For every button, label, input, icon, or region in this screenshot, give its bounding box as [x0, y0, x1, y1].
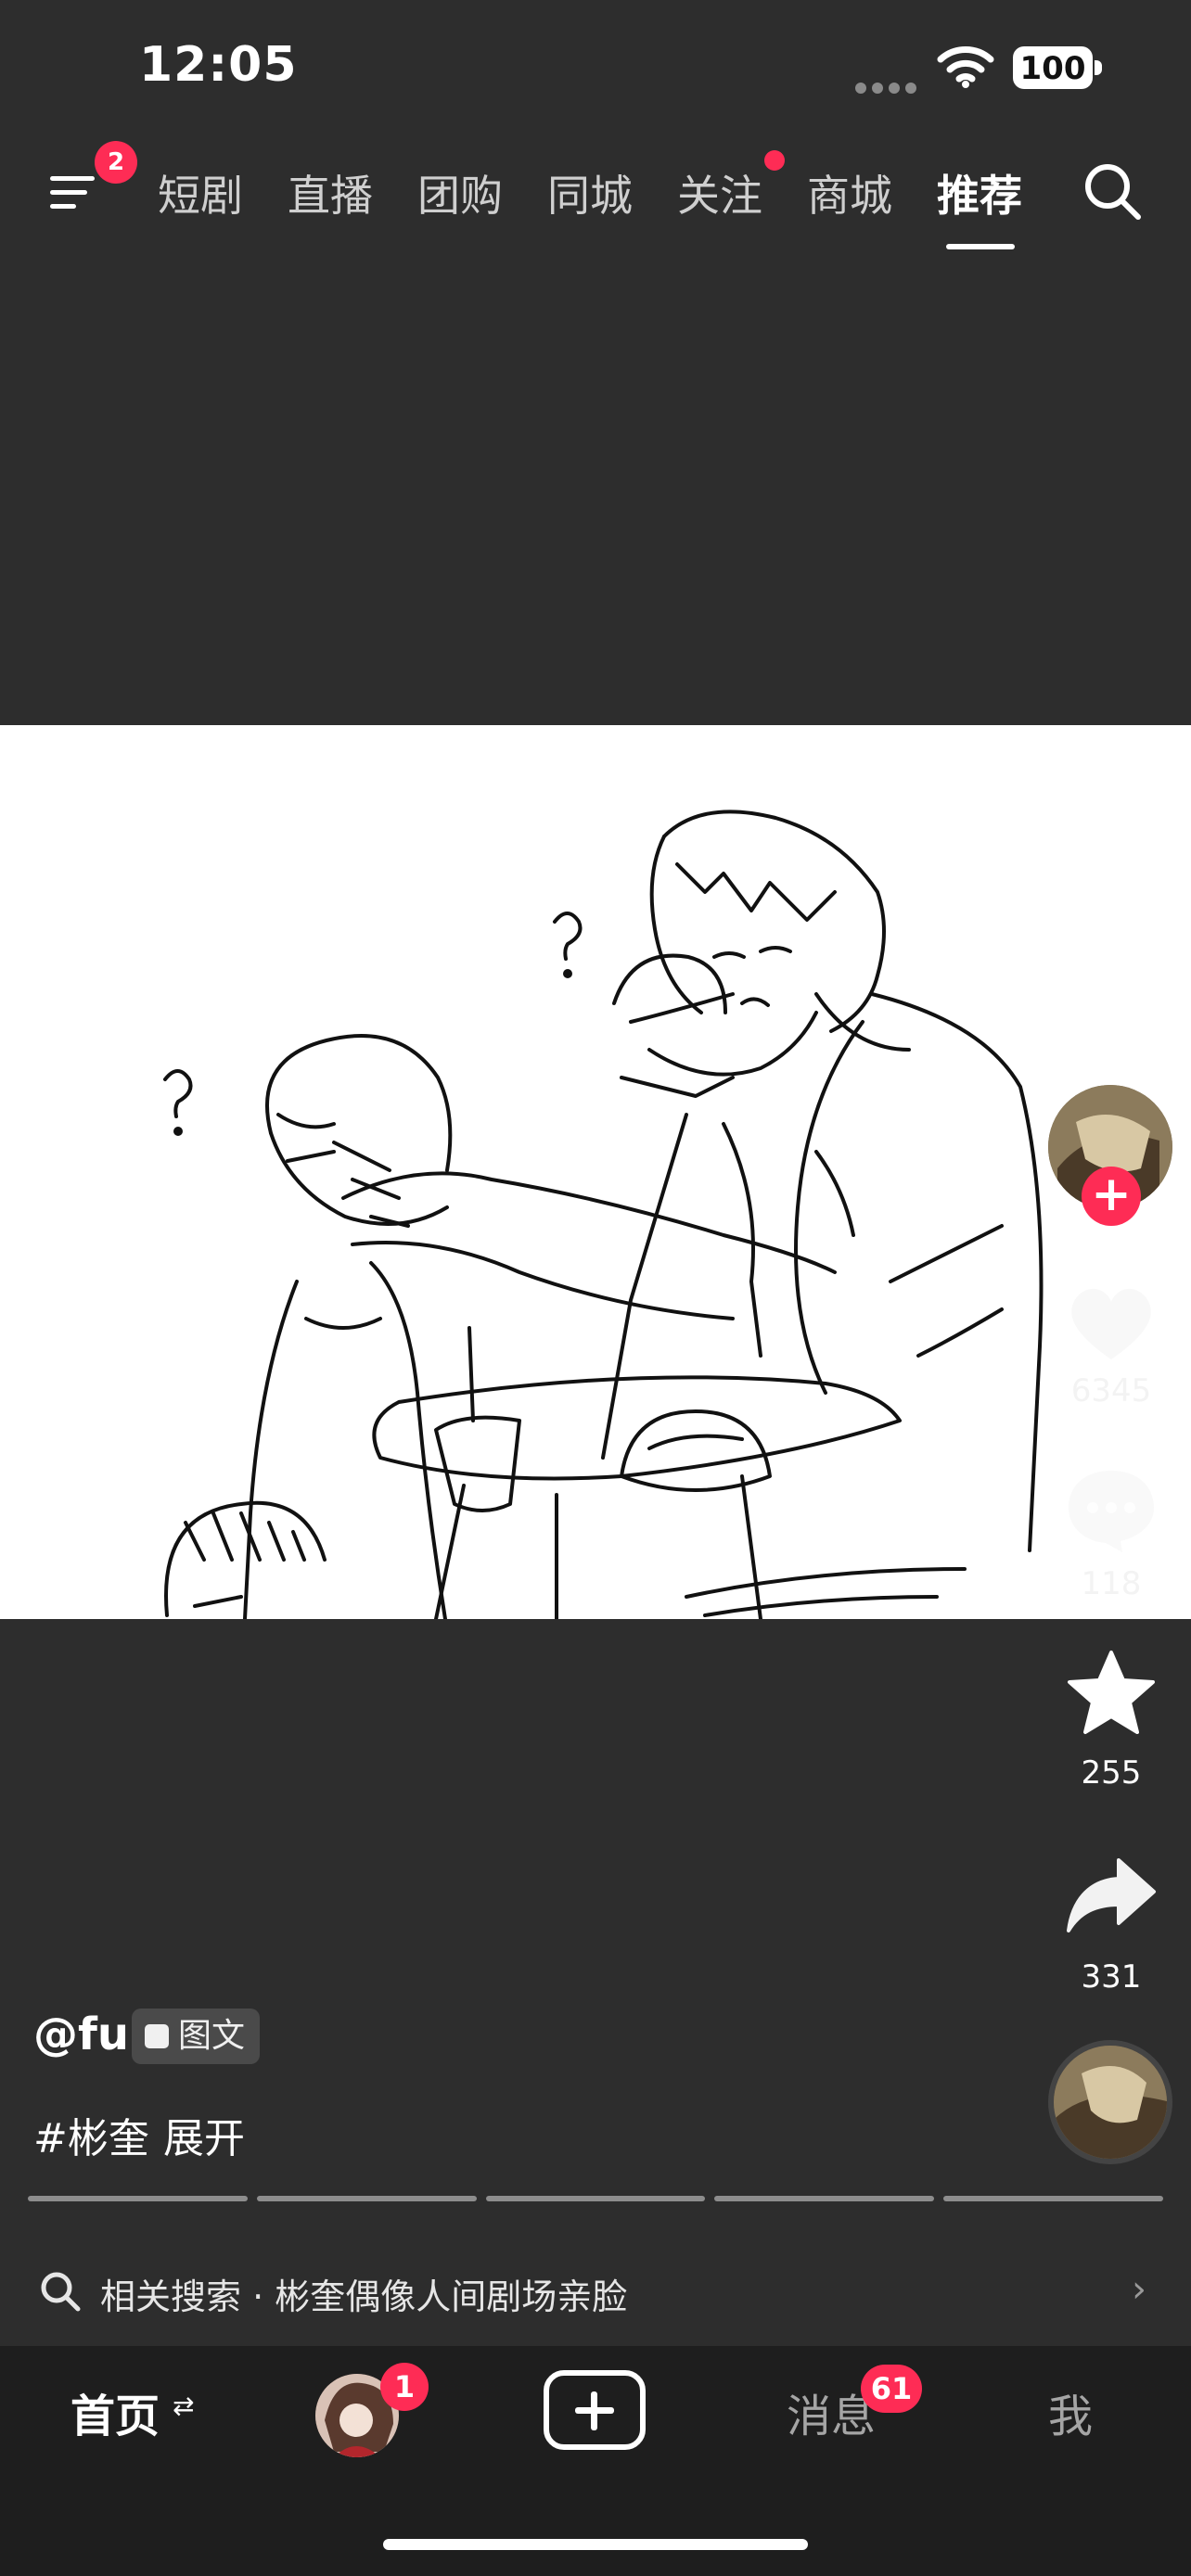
music-disc-avatar[interactable] [1048, 2040, 1172, 2164]
tab-short-drama[interactable]: 短剧 [158, 162, 243, 223]
favorite-count: 255 [1081, 1754, 1142, 1792]
create-post-button[interactable] [544, 2370, 646, 2450]
author-name[interactable]: @fu [33, 2009, 129, 2060]
plus-icon-vertical [591, 2391, 597, 2430]
like-count: 6345 [1070, 1372, 1152, 1409]
page-segment [943, 2196, 1163, 2201]
cellular-signal-icon [855, 80, 922, 97]
like-heart-icon[interactable] [1065, 1278, 1158, 1371]
hashtag-link[interactable]: #彬奎 [33, 2105, 149, 2164]
tab-group-buy[interactable]: 团购 [417, 162, 503, 223]
tab-mall[interactable]: 商城 [807, 162, 892, 223]
tab-me[interactable]: 我 [1048, 2379, 1093, 2444]
share-count: 331 [1081, 1958, 1142, 1996]
gallery-icon [145, 2024, 169, 2048]
disc-image [1054, 2046, 1167, 2159]
active-tab-indicator [946, 244, 1015, 249]
search-icon [41, 2272, 81, 2312]
sketch-illustration [163, 810, 1044, 1619]
search-icon[interactable] [1081, 159, 1146, 224]
post-type-tag: 图文 [132, 2009, 261, 2064]
tab-following[interactable]: 关注 [677, 162, 762, 223]
tab-recommended[interactable]: 推荐 [937, 162, 1022, 223]
comment-count: 118 [1081, 1565, 1142, 1602]
share-arrow-icon[interactable] [1065, 1851, 1158, 1944]
following-notification-dot [764, 150, 785, 171]
expand-caption-button[interactable]: 展开 [163, 2105, 245, 2164]
page-segment [28, 2196, 248, 2201]
page-segment [256, 2196, 477, 2201]
tab-live[interactable]: 直播 [288, 162, 373, 223]
battery-indicator: 100 [1013, 46, 1102, 89]
menu-badge: 2 [95, 141, 137, 184]
messages-badge: 61 [861, 2365, 922, 2413]
page-segment [485, 2196, 706, 2201]
bottom-tab-bar: 首页 ⇄ 1 消息 61 我 [0, 2346, 1191, 2576]
refresh-swap-icon: ⇄ [173, 2391, 195, 2421]
related-search-label: 相关搜索 · 彬奎偶像人间剧场亲脸 [100, 2276, 628, 2317]
image-page-progress [28, 2196, 1163, 2201]
post-image[interactable] [0, 725, 1191, 1619]
wifi-icon [937, 46, 994, 88]
page-segment [714, 2196, 935, 2201]
friends-badge: 1 [380, 2363, 429, 2411]
tab-home[interactable]: 首页 [70, 2379, 160, 2444]
follow-button[interactable]: + [1082, 1167, 1141, 1226]
post-type-label: 图文 [178, 2017, 246, 2055]
chevron-right-icon: › [1132, 2268, 1146, 2311]
status-time: 12:05 [139, 37, 298, 93]
favorite-star-icon[interactable] [1065, 1647, 1158, 1740]
battery-level: 100 [1019, 50, 1086, 87]
comment-icon[interactable] [1065, 1461, 1158, 1554]
related-search-bar[interactable]: 相关搜索 · 彬奎偶像人间剧场亲脸 › [0, 2242, 1191, 2335]
tab-local[interactable]: 同城 [547, 162, 633, 223]
home-indicator [383, 2539, 808, 2550]
